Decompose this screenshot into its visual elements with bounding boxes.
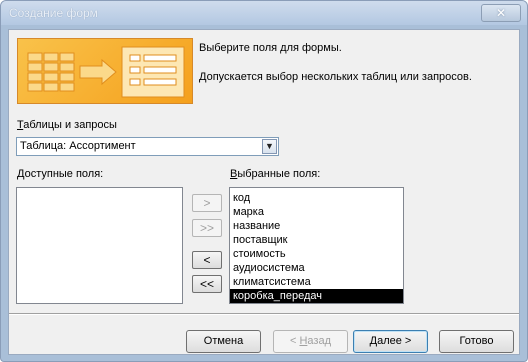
tables-queries-label: Таблицы и запросы xyxy=(17,119,117,131)
dialog-window: Создание форм ✕ Выберите поля для формы.… xyxy=(0,0,528,362)
available-fields-list[interactable] xyxy=(16,187,183,304)
selected-fields-label: Выбранные поля: xyxy=(230,168,321,180)
add-field-button[interactable]: > xyxy=(192,194,222,212)
selected-field-item[interactable]: стоимость xyxy=(230,247,403,261)
close-icon: ✕ xyxy=(495,6,507,20)
form-wizard-icon xyxy=(27,46,185,98)
selected-field-item[interactable]: поставщик xyxy=(230,233,403,247)
cancel-button[interactable]: Отмена xyxy=(186,330,261,353)
add-all-fields-button[interactable]: >> xyxy=(192,219,222,237)
chevron-down-icon[interactable]: ▼ xyxy=(262,139,277,154)
remove-all-fields-button[interactable]: << xyxy=(192,275,222,293)
next-button[interactable]: Далее > xyxy=(353,330,428,353)
selected-field-item[interactable]: климатсистема xyxy=(230,275,403,289)
selected-field-item[interactable]: название xyxy=(230,219,403,233)
selected-field-item[interactable]: марка xyxy=(230,205,403,219)
instruction-text: Выберите поля для формы. xyxy=(199,42,342,54)
title-bar[interactable]: Создание форм ✕ xyxy=(1,1,527,25)
finish-button[interactable]: Готово xyxy=(439,330,514,353)
back-button[interactable]: < Назад xyxy=(273,330,348,353)
selected-fields-list[interactable]: код марка название поставщик стоимость аудиос… xyxy=(229,187,404,304)
remove-field-button[interactable]: < xyxy=(192,251,222,269)
selected-field-item[interactable]: аудиосистема xyxy=(230,261,403,275)
window-title: Создание форм xyxy=(9,6,98,20)
selected-field-item[interactable]: код xyxy=(230,191,403,205)
instruction-note: Допускается выбор нескольких таблиц или … xyxy=(199,71,472,83)
selected-field-item[interactable]: коробка_передач xyxy=(230,289,403,303)
close-button[interactable]: ✕ xyxy=(481,4,521,22)
button-separator xyxy=(9,313,519,315)
dialog-body: Выберите поля для формы. Допускается выб… xyxy=(8,29,520,355)
available-fields-label: Доступные поля: xyxy=(17,168,104,180)
tables-queries-select[interactable]: Таблица: Ассортимент ▼ xyxy=(16,137,279,156)
form-wizard-illustration xyxy=(17,38,193,104)
tables-queries-value: Таблица: Ассортимент xyxy=(20,140,136,152)
